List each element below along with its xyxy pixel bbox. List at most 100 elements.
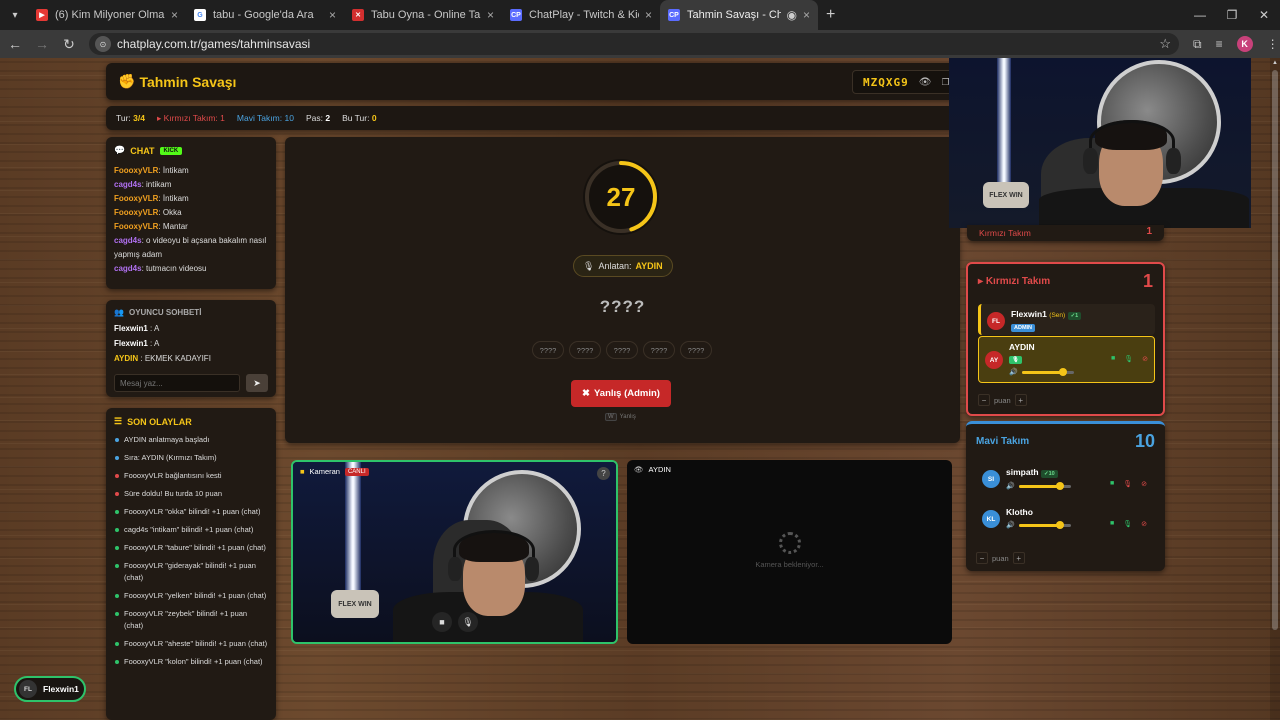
close-icon[interactable]: × bbox=[803, 8, 810, 22]
back-icon[interactable]: ← bbox=[3, 36, 27, 52]
chat-username: FoooxyVLR bbox=[114, 222, 159, 231]
volume-slider[interactable] bbox=[1021, 367, 1074, 376]
chat-bubble-icon: 💬 bbox=[114, 145, 126, 155]
browser-tab-active[interactable]: CP Tahmin Savaşı - ChatPlay ◉ × bbox=[660, 0, 818, 30]
close-icon[interactable]: × bbox=[645, 8, 652, 22]
pass-stat: Pas: 2 bbox=[305, 113, 331, 123]
extensions-icon[interactable]: ⧉ bbox=[1193, 37, 1202, 52]
player-name: Klotho bbox=[1006, 507, 1033, 517]
tab-search-icon[interactable]: ▾ bbox=[2, 4, 28, 26]
eye-icon: 👁 bbox=[634, 465, 644, 474]
narrator-name: AYDIN bbox=[635, 261, 663, 271]
event-item: FoooxyVLR "zeybek" bilindi! +1 puan (cha… bbox=[106, 605, 276, 635]
wrong-admin-button[interactable]: ✖ Yanlış (Admin) bbox=[571, 380, 671, 407]
send-icon[interactable]: ➤ bbox=[246, 374, 268, 392]
kick-player-icon[interactable]: ⊘ bbox=[1142, 355, 1148, 363]
narrator-camera-label: 👁 AYDIN bbox=[634, 465, 671, 474]
decrease-score-button[interactable]: − bbox=[976, 552, 988, 564]
event-item: FoooxyVLR "tabure" bilindi! +1 puan (cha… bbox=[106, 539, 276, 557]
game-area: 27 🎙 Anlatan: AYDIN ???? ???????????????… bbox=[285, 137, 960, 443]
microphone-icon: 🎙 bbox=[583, 260, 595, 271]
video-camera-icon[interactable]: ■ bbox=[1111, 355, 1115, 363]
player-chat-message: AYDIN : EKMEK KADAYIFI bbox=[114, 354, 211, 363]
room-code-box[interactable]: MZQXG9 👁 ❐ bbox=[852, 70, 961, 94]
avatar: FL bbox=[987, 312, 1005, 330]
microphone-muted-icon[interactable]: 🎙 bbox=[1123, 480, 1132, 488]
chatplay-icon: CP bbox=[668, 9, 680, 21]
tabu-icon: ✕ bbox=[352, 9, 364, 21]
url-field[interactable]: ⊙ chatplay.com.tr/games/tahminsavasi ☆ bbox=[89, 33, 1179, 55]
url-text: chatplay.com.tr/games/tahminsavasi bbox=[117, 37, 311, 51]
media-icon[interactable]: ≡ bbox=[1216, 37, 1223, 51]
tab-title: tabu - Google'da Ara bbox=[213, 9, 314, 21]
eye-icon[interactable]: 👁 bbox=[919, 77, 932, 88]
browser-tab[interactable]: ✕ Tabu Oyna - Online Tabu Oyunu × bbox=[344, 0, 502, 30]
page-scrollbar[interactable]: ▲ bbox=[1270, 58, 1280, 720]
stats-bar: Tur: 3/4 ▸ Kırmızı Takım: 1 Mavi Takım: … bbox=[106, 106, 962, 130]
browser-tab[interactable]: G tabu - Google'da Ara × bbox=[186, 0, 344, 30]
player-name: simpath bbox=[1006, 467, 1039, 477]
blue-team-title: Mavi Takım bbox=[976, 436, 1030, 447]
forward-icon[interactable]: → bbox=[30, 36, 54, 52]
restore-icon[interactable]: ❐ bbox=[1216, 0, 1248, 30]
microphone-toggle-icon[interactable]: 🎙 bbox=[458, 612, 478, 632]
help-icon[interactable]: ? bbox=[597, 467, 610, 480]
event-list[interactable]: AYDIN anlatmaya başladı Sıra: AYDIN (Kırm… bbox=[106, 431, 276, 671]
avatar: SI bbox=[982, 470, 1000, 488]
browser-tab[interactable]: CP ChatPlay - Twitch & Kick İzleyici × bbox=[502, 0, 660, 30]
youtube-icon: ▶ bbox=[36, 9, 48, 21]
browser-tab[interactable]: ▶ (6) Kim Milyoner Olmak İster? 1 × bbox=[28, 0, 186, 30]
recording-icon: ◉ bbox=[786, 8, 797, 22]
event-item: Sıra: AYDIN (Kırmızı Takım) bbox=[106, 449, 276, 467]
site-info-icon[interactable]: ⊙ bbox=[95, 36, 111, 52]
camera-toggle-icon[interactable]: ■ bbox=[432, 612, 452, 632]
volume-slider[interactable] bbox=[1018, 520, 1071, 529]
chat-username: cagd4s bbox=[114, 264, 142, 273]
increase-score-button[interactable]: + bbox=[1012, 552, 1025, 564]
event-item: cagd4s "intikam" bilindi! +1 puan (chat) bbox=[106, 521, 276, 539]
timer-value: 27 bbox=[606, 181, 636, 212]
video-camera-icon[interactable]: ■ bbox=[1110, 520, 1114, 528]
close-window-icon[interactable]: ✕ bbox=[1248, 0, 1280, 30]
red-team-score: 1 bbox=[1142, 271, 1153, 291]
close-icon[interactable]: × bbox=[329, 8, 336, 22]
close-icon[interactable]: × bbox=[171, 8, 178, 22]
minimize-icon[interactable]: — bbox=[1184, 0, 1216, 30]
chat-message-list[interactable]: FoooxyVLR: İntikam cagd4s: intikam FoooxyV… bbox=[106, 160, 276, 276]
new-tab-icon[interactable]: + bbox=[826, 6, 835, 24]
chat-text: Okka bbox=[162, 208, 182, 217]
event-item: FoooxyVLR "yelken" bilindi! +1 puan (cha… bbox=[106, 587, 276, 605]
menu-icon[interactable]: ⋮ bbox=[1267, 37, 1279, 51]
kick-player-icon[interactable]: ⊘ bbox=[1141, 520, 1147, 528]
scrollbar-thumb[interactable] bbox=[1272, 70, 1278, 630]
video-camera-icon[interactable]: ■ bbox=[1110, 480, 1114, 488]
microphone-icon[interactable]: 🎙 bbox=[1123, 520, 1132, 528]
event-item: Süre doldu! Bu turda 10 puan bbox=[106, 485, 276, 503]
reload-icon[interactable]: ↻ bbox=[57, 36, 81, 53]
player-chat-input[interactable] bbox=[114, 374, 240, 392]
current-user-chip[interactable]: FL Flexwin1 bbox=[14, 676, 86, 702]
loading-spinner-icon bbox=[779, 532, 801, 554]
forbidden-word-chip: ???? bbox=[606, 341, 638, 359]
increase-score-button[interactable]: + bbox=[1014, 394, 1027, 406]
events-header: ☰ SON OLAYLAR bbox=[106, 408, 276, 431]
microphone-icon[interactable]: 🎙 bbox=[1124, 355, 1133, 363]
game-logo: Tahmin Savaşı bbox=[139, 73, 237, 90]
chat-message: FoooxyVLR: Okka bbox=[114, 208, 182, 217]
camera-waiting-text: Kamera bekleniyor... bbox=[755, 560, 824, 569]
blue-team-panel: Mavi Takım 10 SI simpath ✓10 🔊 ■ 🎙 ⊘ KL … bbox=[966, 421, 1165, 571]
close-icon[interactable]: × bbox=[487, 8, 494, 22]
chat-message: cagd4s: tutmacın videosu bbox=[114, 264, 207, 273]
live-badge: CANLI bbox=[344, 467, 369, 476]
red-team-stat: ▸ Kırmızı Takım: 1 bbox=[157, 112, 225, 123]
bookmark-star-icon[interactable]: ☆ bbox=[1159, 36, 1171, 52]
hidden-word: ???? bbox=[599, 297, 646, 316]
speaking-icon: 🎙 bbox=[1009, 356, 1022, 364]
decrease-score-button[interactable]: − bbox=[978, 394, 990, 406]
scroll-up-icon[interactable]: ▲ bbox=[1272, 60, 1278, 66]
chat-username: Flexwin1 bbox=[114, 339, 148, 348]
volume-slider[interactable] bbox=[1018, 481, 1071, 490]
kick-player-icon[interactable]: ⊘ bbox=[1141, 480, 1147, 488]
shortcut-key: W bbox=[605, 413, 617, 421]
profile-avatar[interactable]: K bbox=[1236, 36, 1253, 52]
